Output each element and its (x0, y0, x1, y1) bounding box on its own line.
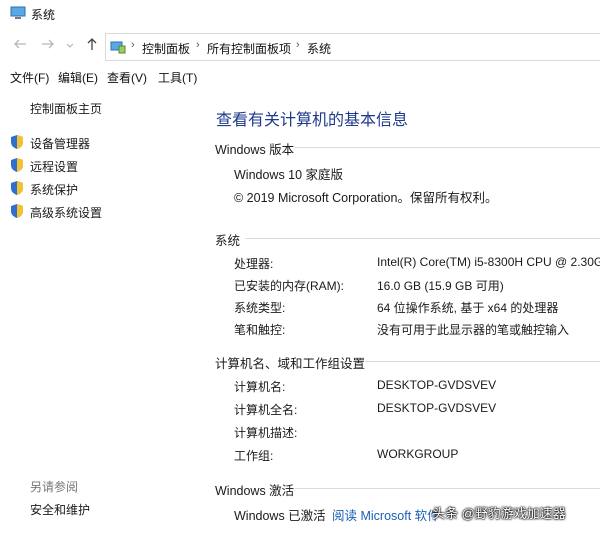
menu-bar: 文件(F) 编辑(E) 查看(V) 工具(T) (0, 66, 600, 88)
breadcrumb-control-panel[interactable]: 控制面板 (142, 40, 190, 57)
section-divider (365, 361, 600, 362)
pen-touch-value: 没有可用于此显示器的笔或触控输入 (377, 323, 570, 337)
chevron-down-icon (66, 43, 74, 48)
breadcrumb-separator: › (196, 39, 200, 51)
menu-edit[interactable]: 编辑(E) (58, 69, 98, 86)
processor-label: 处理器: (234, 257, 274, 271)
sidebar-item-label: 远程设置 (30, 160, 79, 174)
section-divider (245, 238, 600, 239)
computer-name-label: 计算机名: (234, 380, 286, 394)
description-label: 计算机描述: (234, 426, 298, 440)
arrow-left-icon (14, 39, 26, 49)
computer-name-value: DESKTOP-GVDSVEV (377, 378, 497, 392)
menu-tools[interactable]: 工具(T) (158, 69, 197, 86)
menu-view[interactable]: 查看(V) (107, 69, 147, 86)
arrow-right-icon (42, 39, 54, 49)
pen-touch-label: 笔和触控: (234, 323, 286, 337)
control-panel-icon (110, 41, 126, 54)
full-name-value: DESKTOP-GVDSVEV (377, 401, 497, 415)
section-divider (295, 488, 600, 489)
ram-label: 已安装的内存(RAM): (234, 279, 344, 293)
security-maintenance-link[interactable]: 安全和维护 (30, 501, 90, 518)
section-divider (295, 147, 600, 148)
address-bar[interactable]: › 控制面板 › 所有控制面板项 › 系统 (105, 33, 600, 61)
system-window: 系统 › 控制面板 › 所有控制面板项 › 系统 文件(F) 编辑(E) 查看(… (0, 0, 600, 533)
shield-icon (11, 158, 23, 172)
sidebar: 控制面板主页 设备管理器 远程设置 系统保护 高级系统设置 另请参阅 安全和维护 (0, 88, 205, 533)
window-title: 系统 (31, 8, 56, 22)
full-name-label: 计算机全名: (234, 403, 298, 417)
back-button[interactable] (13, 37, 27, 56)
arrow-up-icon (87, 38, 97, 50)
processor-value: Intel(R) Core(TM) i5-8300H CPU @ 2.30G (377, 255, 600, 269)
see-also-heading: 另请参阅 (30, 480, 79, 494)
sidebar-item-label: 高级系统设置 (30, 206, 103, 220)
system-heading: 系统 (215, 234, 241, 248)
license-terms-link[interactable]: 阅读 Microsoft 软件 (332, 505, 440, 524)
workgroup-value: WORKGROUP (377, 447, 459, 461)
edition-name: Windows 10 家庭版 (234, 168, 344, 182)
sidebar-item-label: 系统保护 (30, 183, 79, 197)
breadcrumb-separator: › (296, 39, 300, 51)
activation-status: Windows 已激活 (234, 509, 326, 523)
shield-icon (11, 135, 23, 149)
breadcrumb-system[interactable]: 系统 (307, 40, 331, 57)
activation-heading: Windows 激活 (215, 484, 295, 498)
navigation-bar: › 控制面板 › 所有控制面板项 › 系统 (0, 28, 600, 64)
recent-locations-button[interactable] (65, 38, 75, 56)
sidebar-item-label: 设备管理器 (30, 137, 91, 151)
computer-name-heading: 计算机名、域和工作组设置 (215, 357, 366, 371)
up-button[interactable] (85, 37, 99, 56)
shield-icon (11, 181, 23, 195)
menu-file[interactable]: 文件(F) (10, 69, 49, 86)
breadcrumb-all-items[interactable]: 所有控制面板项 (207, 40, 291, 57)
system-type-value: 64 位操作系统, 基于 x64 的处理器 (377, 301, 559, 315)
workgroup-label: 工作组: (234, 449, 274, 463)
page-title: 查看有关计算机的基本信息 (216, 112, 409, 129)
main-content: 查看有关计算机的基本信息 Windows 版本 Windows 10 家庭版 ©… (205, 88, 600, 533)
copyright-text: © 2019 Microsoft Corporation。保留所有权利。 (234, 191, 498, 205)
edition-heading: Windows 版本 (215, 143, 295, 157)
title-bar: 系统 (0, 0, 600, 28)
system-app-icon (10, 6, 26, 19)
ram-value: 16.0 GB (15.9 GB 可用) (377, 279, 504, 293)
watermark: 头条 @野豹游戏加速器 (432, 506, 566, 521)
system-type-label: 系统类型: (234, 301, 286, 315)
forward-button[interactable] (41, 37, 55, 56)
breadcrumb-separator: › (131, 39, 135, 51)
shield-icon (11, 204, 23, 218)
control-panel-home-link[interactable]: 控制面板主页 (30, 100, 102, 117)
